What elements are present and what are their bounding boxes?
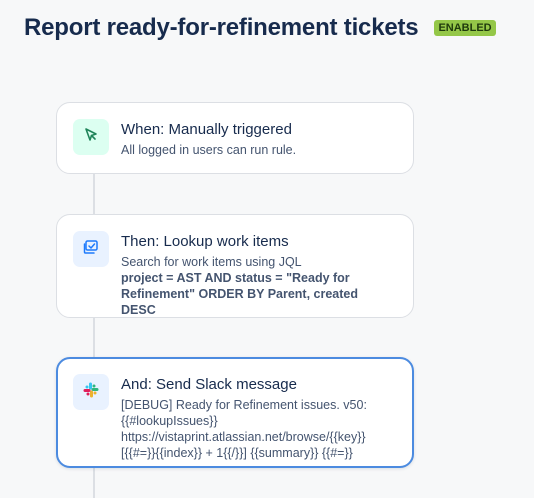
flow-connector: [93, 173, 95, 215]
slack-icon-container: [73, 374, 109, 410]
slack-step-body: And: Send Slack message [DEBUG] Ready fo…: [121, 375, 394, 461]
lookup-step-title: Then: Lookup work items: [121, 233, 289, 250]
lookup-step-description: Search for work items using JQL project …: [121, 254, 395, 317]
cursor-trigger-icon: [82, 126, 100, 149]
rule-editor-canvas: Report ready-for-refinement tickets ENAB…: [0, 0, 534, 498]
lookup-step-summary: Search for work items using JQL: [121, 255, 302, 269]
slack-icon: [82, 381, 100, 404]
slack-step-title: And: Send Slack message: [121, 376, 297, 393]
page-title: Report ready-for-refinement tickets: [24, 14, 419, 41]
trigger-icon-container: [73, 119, 109, 155]
rule-header: Report ready-for-refinement tickets ENAB…: [24, 14, 496, 42]
slack-step-card[interactable]: And: Send Slack message [DEBUG] Ready fo…: [56, 357, 414, 468]
flow-connector: [93, 467, 95, 498]
trigger-step-card[interactable]: When: Manually triggered All logged in u…: [56, 102, 414, 174]
lookup-work-items-icon: [82, 238, 100, 261]
status-badge: ENABLED: [434, 20, 496, 36]
lookup-step-body: Then: Lookup work items Search for work …: [121, 232, 395, 317]
flow-connector: [93, 317, 95, 359]
trigger-step-body: When: Manually triggered All logged in u…: [121, 120, 395, 158]
lookup-step-jql: project = AST AND status = "Ready for Re…: [121, 271, 359, 317]
lookup-step-card[interactable]: Then: Lookup work items Search for work …: [56, 214, 414, 318]
trigger-step-description: All logged in users can run rule.: [121, 143, 297, 157]
lookup-icon-container: [73, 231, 109, 267]
slack-message-line: [{{#=}}{{index}} + 1{{/}}] {{summary}} {…: [121, 446, 353, 460]
slack-message-preview: [DEBUG] Ready for Refinement issues. v50…: [121, 397, 394, 461]
slack-message-line: https://vistaprint.atlassian.net/browse/…: [121, 430, 366, 444]
slack-message-line: [DEBUG] Ready for Refinement issues. v50…: [121, 398, 367, 412]
slack-message-line: {{#lookupIssues}}: [121, 414, 218, 428]
trigger-step-title: When: Manually triggered: [121, 121, 292, 138]
